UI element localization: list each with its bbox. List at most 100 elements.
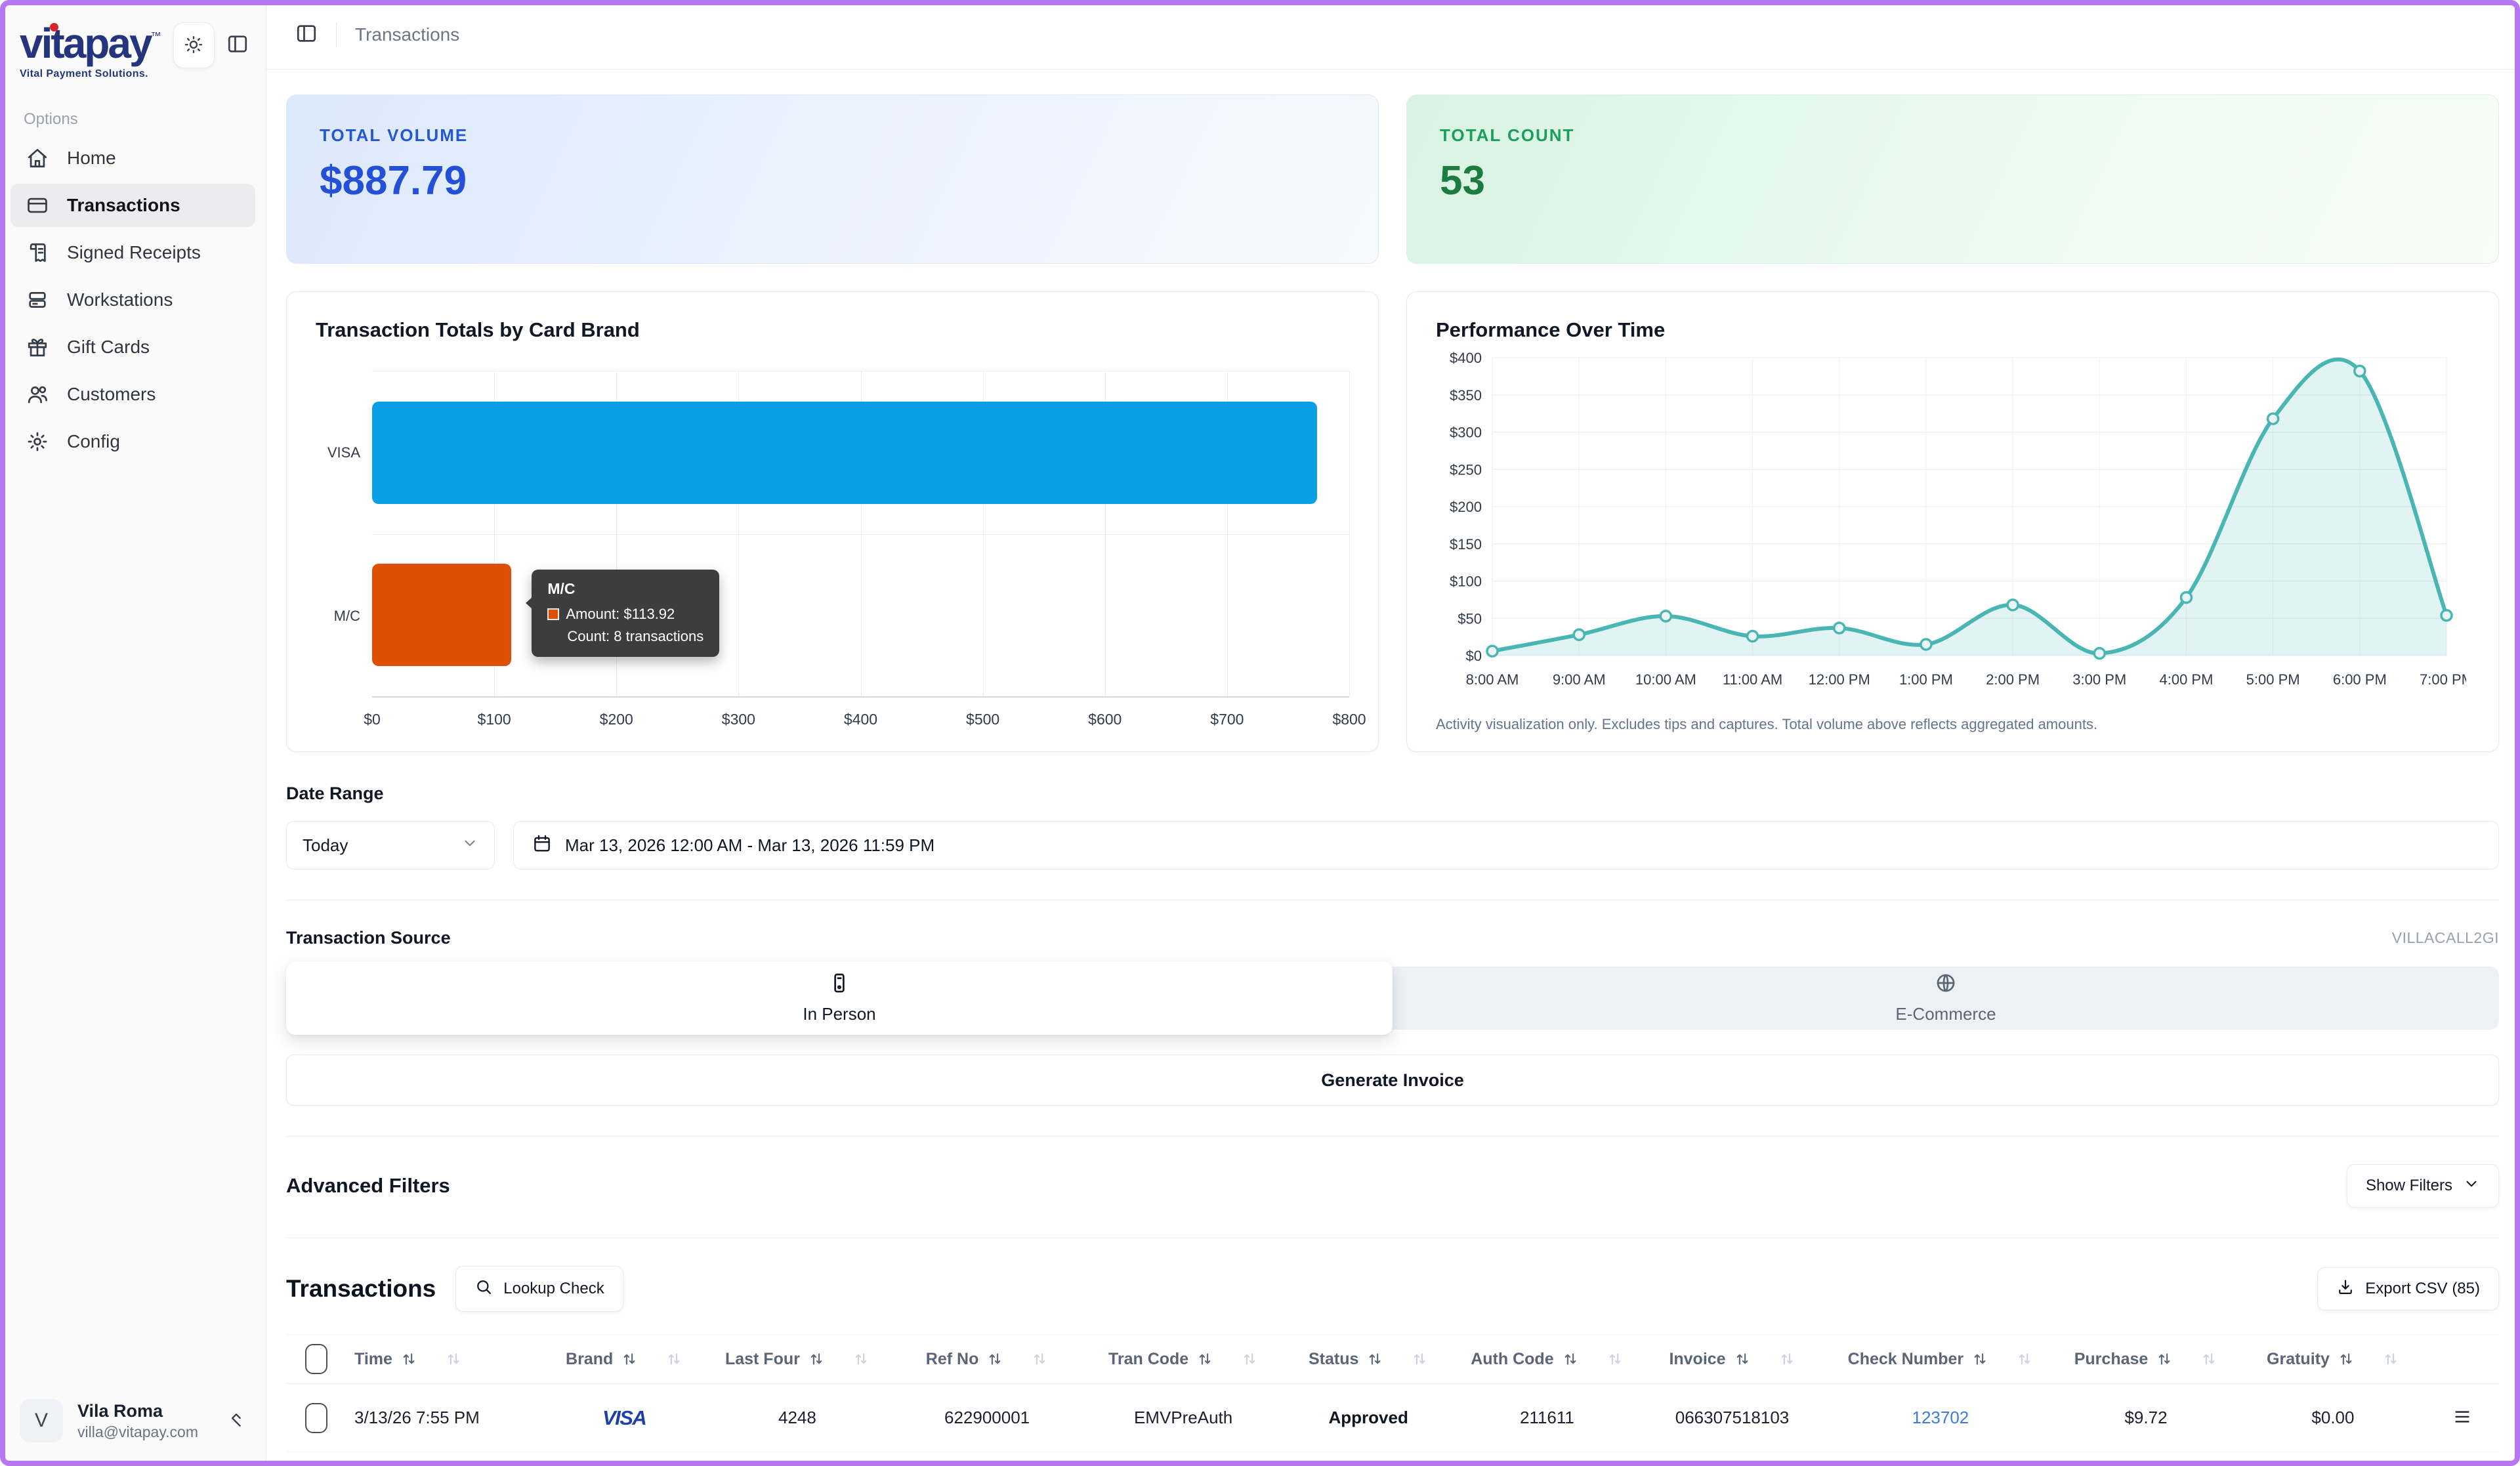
- user-footer[interactable]: V Vila Roma villa@vitapay.com: [0, 1389, 266, 1449]
- svg-text:9:00 AM: 9:00 AM: [1553, 671, 1606, 688]
- vitapay-logo: vitapay™ Vital Payment Solutions.: [20, 22, 161, 80]
- sort-secondary-icon[interactable]: [2016, 1351, 2033, 1368]
- select-all-checkbox[interactable]: [305, 1344, 327, 1374]
- sort-secondary-icon[interactable]: [852, 1351, 870, 1368]
- sort-secondary-icon[interactable]: [1778, 1351, 1796, 1368]
- show-filters-button[interactable]: Show Filters: [2347, 1164, 2499, 1207]
- home-icon: [26, 147, 49, 169]
- summary-cards: TOTAL VOLUME $887.79 TOTAL COUNT 53: [286, 94, 2499, 264]
- page-content: TOTAL VOLUME $887.79 TOTAL COUNT 53 Tran…: [266, 70, 2520, 1466]
- svg-text:$200: $200: [1450, 499, 1482, 515]
- sort-secondary-icon[interactable]: [2382, 1351, 2399, 1368]
- sidebar-item-workstations[interactable]: Workstations: [10, 278, 255, 322]
- data-point[interactable]: [2007, 600, 2018, 610]
- sort-icon[interactable]: [1196, 1351, 1213, 1368]
- sort-secondary-icon[interactable]: [1411, 1351, 1428, 1368]
- row-checkbox[interactable]: [305, 1403, 327, 1433]
- cell-invoice: 066307518103: [1635, 1408, 1829, 1428]
- source-option-label: E-Commerce: [1895, 1004, 1996, 1024]
- sidebar-item-customers[interactable]: Customers: [10, 373, 255, 416]
- bar-visa[interactable]: [372, 402, 1317, 504]
- total-count-card: TOTAL COUNT 53: [1406, 94, 2499, 264]
- sort-icon[interactable]: [986, 1351, 1003, 1368]
- column-label: Last Four: [725, 1350, 800, 1369]
- sidebar-item-gift-cards[interactable]: Gift Cards: [10, 325, 255, 369]
- x-tick-label: $400: [844, 711, 877, 728]
- theme-toggle-button[interactable]: [173, 22, 215, 68]
- table-row[interactable]: 3/13/26 7:50 PMVISA4248016307517750EMVPr…: [286, 1452, 2499, 1466]
- sort-secondary-icon[interactable]: [1606, 1351, 1624, 1368]
- gift-icon: [26, 336, 49, 358]
- data-point[interactable]: [2355, 366, 2365, 376]
- sidebar-logo-row: vitapay™ Vital Payment Solutions.: [0, 22, 266, 80]
- sidebar-item-label: Config: [67, 431, 120, 452]
- sort-icon[interactable]: [1562, 1351, 1579, 1368]
- cell-auth-code: 211611: [1459, 1408, 1635, 1428]
- sort-icon[interactable]: [1971, 1351, 1988, 1368]
- brand-wordmark: vitapay™: [20, 22, 161, 64]
- data-point[interactable]: [1574, 629, 1584, 640]
- date-preset-select[interactable]: Today: [286, 821, 495, 869]
- sort-secondary-icon[interactable]: [1031, 1351, 1048, 1368]
- sort-icon[interactable]: [2338, 1351, 2355, 1368]
- trademark-symbol: ™: [151, 31, 161, 42]
- column-header-ref-no: Ref No: [885, 1350, 1089, 1369]
- bar-mc[interactable]: [372, 564, 511, 666]
- sort-icon[interactable]: [1366, 1351, 1383, 1368]
- table-row[interactable]: 3/13/26 7:55 PMVISA4248622900001EMVPreAu…: [286, 1384, 2499, 1452]
- data-point[interactable]: [1921, 639, 1931, 650]
- cell-check-number[interactable]: 123702: [1830, 1408, 2052, 1428]
- sort-secondary-icon[interactable]: [1241, 1351, 1258, 1368]
- source-option-e-commerce[interactable]: E-Commerce: [1393, 967, 2499, 1030]
- x-tick-label: $600: [1088, 711, 1122, 728]
- sort-secondary-icon[interactable]: [445, 1351, 462, 1368]
- sidebar-item-signed-receipts[interactable]: Signed Receipts: [10, 231, 255, 274]
- date-range-input[interactable]: Mar 13, 2026 12:00 AM - Mar 13, 2026 11:…: [513, 821, 2499, 869]
- users-icon: [26, 383, 49, 406]
- data-point[interactable]: [2094, 648, 2105, 659]
- menu-icon: [2452, 1406, 2473, 1429]
- svg-text:12:00 PM: 12:00 PM: [1809, 671, 1870, 688]
- sidebar-item-config[interactable]: Config: [10, 420, 255, 463]
- svg-text:$400: $400: [1450, 350, 1482, 366]
- gear-icon: [26, 430, 49, 453]
- user-name: Vila Roma: [77, 1401, 198, 1421]
- generate-invoice-button[interactable]: Generate Invoice: [286, 1055, 2499, 1106]
- sort-secondary-icon[interactable]: [665, 1351, 682, 1368]
- section-divider: [286, 1136, 2499, 1137]
- source-option-in-person[interactable]: In Person: [286, 961, 1393, 1035]
- data-point[interactable]: [2441, 610, 2452, 621]
- sort-secondary-icon[interactable]: [2200, 1351, 2217, 1368]
- date-range-label: Date Range: [286, 784, 2499, 804]
- sidebar-item-transactions[interactable]: Transactions: [10, 184, 255, 227]
- sidebar-item-home[interactable]: Home: [10, 136, 255, 180]
- data-point[interactable]: [2268, 413, 2278, 424]
- column-label: Check Number: [1848, 1350, 1964, 1369]
- sort-icon[interactable]: [1734, 1351, 1751, 1368]
- user-menu-button[interactable]: [226, 1410, 246, 1432]
- svg-text:8:00 AM: 8:00 AM: [1466, 671, 1519, 688]
- row-menu-button[interactable]: [2452, 1406, 2473, 1429]
- svg-text:2:00 PM: 2:00 PM: [1986, 671, 2040, 688]
- x-tick-label: $0: [364, 711, 381, 728]
- lookup-check-button[interactable]: Lookup Check: [455, 1266, 623, 1312]
- table-body: 3/13/26 7:55 PMVISA4248622900001EMVPreAu…: [286, 1384, 2499, 1466]
- data-point[interactable]: [2181, 592, 2191, 602]
- x-tick-label: $100: [478, 711, 511, 728]
- data-point[interactable]: [1748, 631, 1758, 641]
- panel-icon: [226, 47, 249, 57]
- header-sidebar-toggle[interactable]: [295, 22, 318, 47]
- data-point[interactable]: [1660, 611, 1671, 621]
- sidebar-collapse-button[interactable]: [226, 33, 249, 57]
- sort-icon[interactable]: [2156, 1351, 2173, 1368]
- column-header-check-number: Check Number: [1830, 1350, 2052, 1369]
- export-csv-button[interactable]: Export CSV (85): [2317, 1267, 2499, 1310]
- sort-icon[interactable]: [621, 1351, 638, 1368]
- column-header-brand: Brand: [539, 1350, 709, 1369]
- data-point[interactable]: [1487, 646, 1498, 656]
- x-tick-label: $700: [1210, 711, 1244, 728]
- sort-icon[interactable]: [400, 1351, 417, 1368]
- column-label: Purchase: [2074, 1350, 2149, 1369]
- sort-icon[interactable]: [808, 1351, 825, 1368]
- data-point[interactable]: [1834, 623, 1845, 633]
